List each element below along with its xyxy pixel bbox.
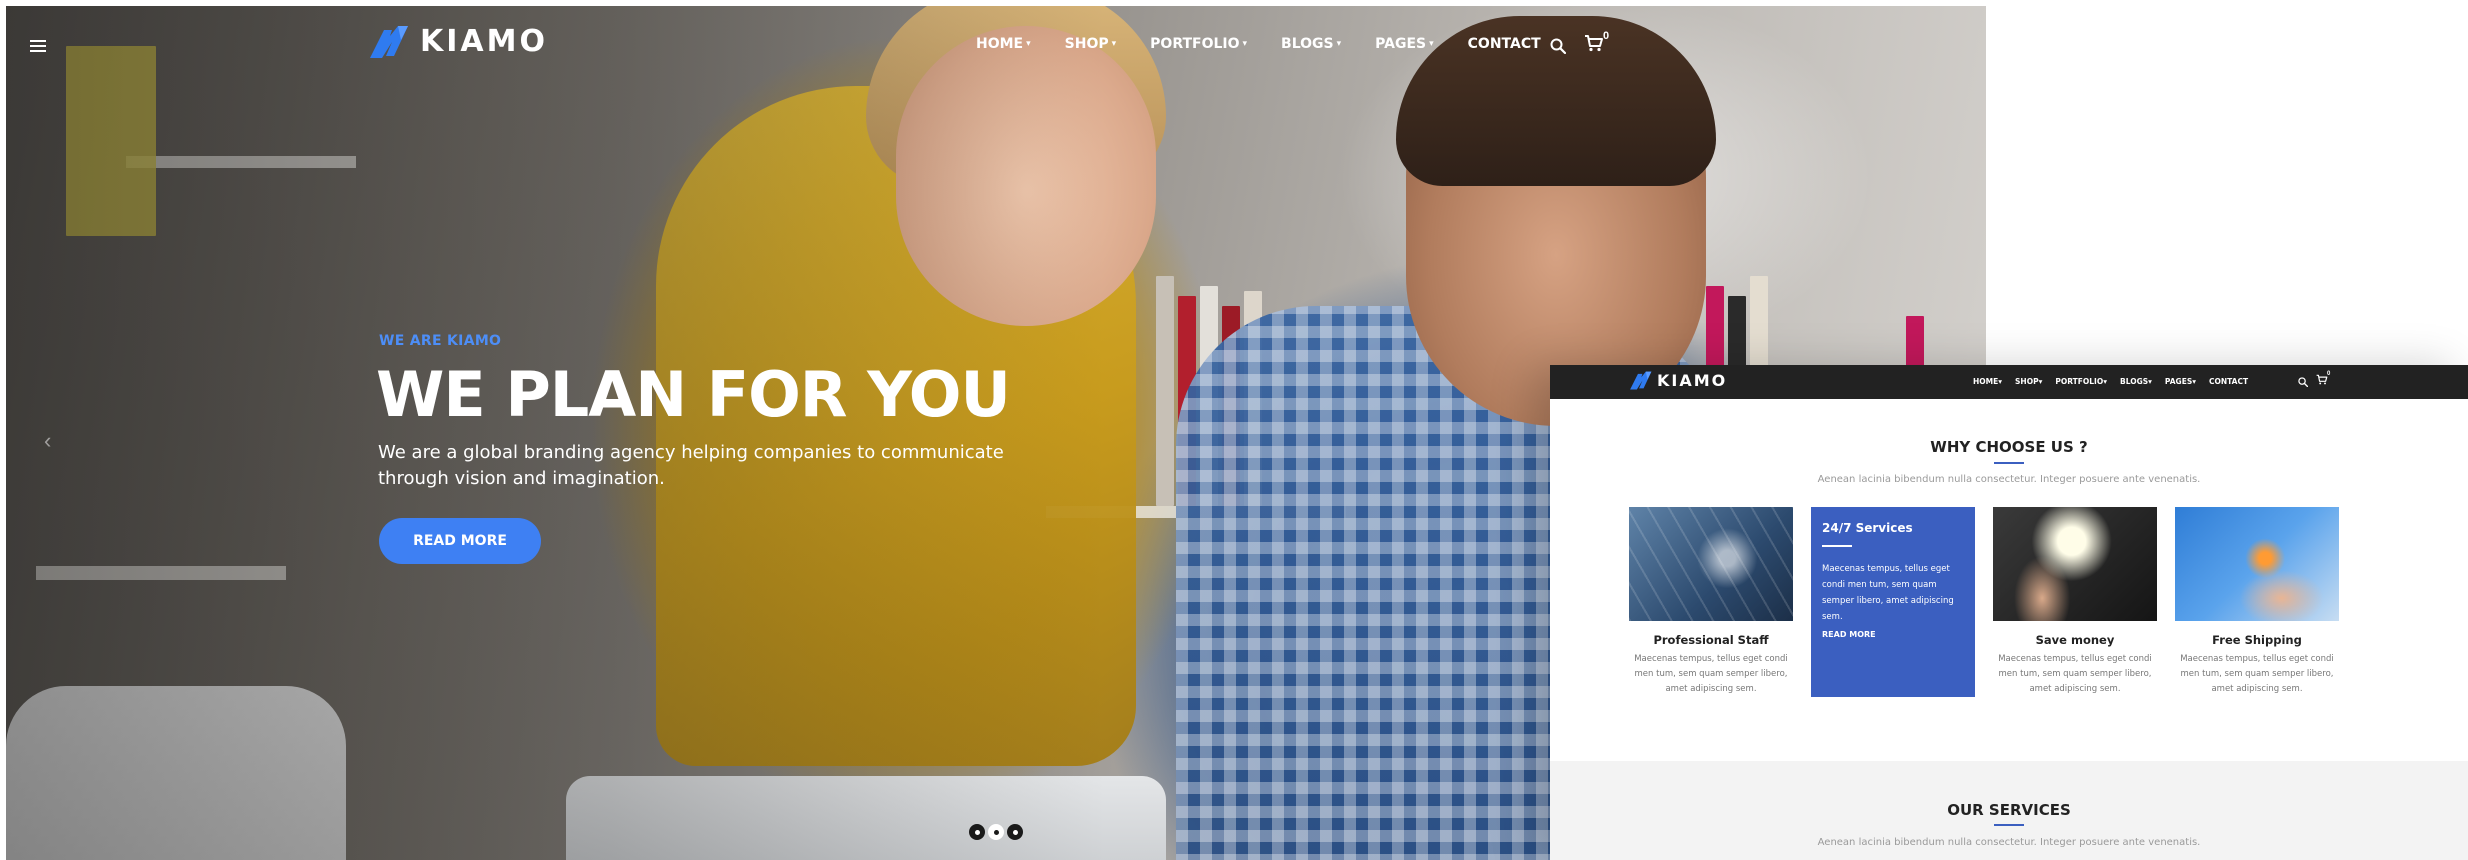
hero-eyebrow: WE ARE KIAMO [379,333,502,349]
preview-nav-contact[interactable]: CONTACT [2209,377,2248,386]
feature-card-staff: Professional Staff Maecenas tempus, tell… [1629,507,1793,697]
preview-nav-label: HOME [1973,377,1999,386]
cart-count-badge: 0 [1603,30,1610,42]
feature-card-shipping: Free Shipping Maecenas tempus, tellus eg… [2175,507,2339,697]
save-money-image [1993,507,2157,621]
slider-dot-active[interactable] [988,824,1004,840]
chevron-down-icon: ▾ [1998,377,2003,386]
professional-staff-image [1629,507,1793,621]
bg-book [1706,286,1724,376]
slider-dot[interactable] [969,824,985,840]
nav-home[interactable]: HOME ▾ [976,36,1031,52]
nav-pages-label: PAGES [1375,36,1427,52]
nav-shop[interactable]: SHOP ▾ [1065,36,1117,52]
preview-nav-home[interactable]: HOME▾ [1973,377,2002,386]
logo-text: KIAMO [420,23,548,59]
nav-shop-label: SHOP [1064,36,1109,52]
chevron-down-icon: ▾ [1242,39,1248,49]
section-divider [1994,462,2024,464]
bg-book [1728,296,1746,376]
nav-home-label: HOME [976,36,1024,52]
slider-pagination [969,824,1026,840]
logo-mark-icon [1630,371,1652,390]
search-icon[interactable] [2298,377,2308,387]
preview-nav-label: PAGES [2164,377,2193,386]
services-subtitle: Aenean lacinia bibendum nulla consectetu… [1817,837,2201,848]
feature-card-text: Maecenas tempus, tellus eget condi men t… [1822,564,1954,622]
preview-nav-label: CONTACT [2208,377,2249,386]
chevron-down-icon: ▾ [2148,377,2152,386]
preview-header: KIAMO HOME▾ SHOP▾ PORTFOLIO▾ BLOGS▾ PAGE… [1550,365,2468,399]
logo-mark-icon [370,26,408,58]
bg-book [1750,276,1768,376]
preview-nav-shop[interactable]: SHOP▾ [2015,377,2042,386]
nav-blogs-label: BLOGS [1281,36,1334,52]
chevron-down-icon: ▾ [2038,377,2043,386]
read-more-button[interactable]: READ MORE [379,518,541,564]
logo[interactable]: KIAMO [368,22,548,60]
preview-nav-label: SHOP [2015,377,2039,386]
chevron-down-icon: ▾ [1026,39,1031,49]
why-choose-title: WHY CHOOSE US ? [1930,438,2088,456]
feature-card-title: Free Shipping [2212,633,2302,647]
feature-card-text: Maecenas tempus, tellus eget condi men t… [1634,654,1788,694]
feature-card-services: 24/7 Services Maecenas tempus, tellus eg… [1811,507,1975,697]
nav-contact-label: CONTACT [1467,36,1541,52]
card-read-more-link[interactable]: READ MORE [1822,630,1964,639]
card-divider [1822,545,1852,547]
section-divider [1994,824,2024,826]
cart-count-badge: 0 [2327,371,2331,377]
bg-book [1156,276,1174,506]
hamburger-menu-icon[interactable] [30,40,46,52]
chevron-down-icon: ▾ [1111,39,1117,49]
hero-overlay [6,6,1106,860]
chevron-down-icon: ▾ [1336,39,1342,49]
chevron-down-icon: ▾ [1429,39,1434,49]
chevron-down-icon: ▾ [2192,377,2196,386]
nav-portfolio-label: PORTFOLIO [1150,36,1240,52]
slider-dot[interactable] [1007,824,1023,840]
nav-blogs[interactable]: BLOGS ▾ [1281,36,1341,52]
why-choose-subtitle: Aenean lacinia bibendum nulla consectetu… [1817,474,2201,485]
feature-card-title: 24/7 Services [1822,521,1913,535]
main-nav: HOME ▾ SHOP ▾ PORTFOLIO ▾ BLOGS ▾ PAGES ▾ CON… [976,36,1575,52]
hero-subtitle: We are a global branding agency helping … [378,442,1004,489]
preview-nav-pages[interactable]: PAGES▾ [2165,377,2196,386]
chevron-down-icon: ▾ [2103,377,2107,386]
hero-title: WE PLAN FOR YOU [376,358,1011,431]
preview-nav-label: BLOGS [2119,377,2149,386]
search-icon[interactable] [1550,38,1566,54]
feature-card-title: Save money [2035,633,2115,647]
nav-pages[interactable]: PAGES ▾ [1375,36,1433,52]
feature-card-title: Professional Staff [1653,633,1769,647]
services-title: OUR SERVICES [1947,801,2071,819]
preview-logo[interactable]: KIAMO [1629,369,1727,391]
page-preview: KIAMO HOME▾ SHOP▾ PORTFOLIO▾ BLOGS▾ PAGE… [1550,365,2468,860]
cart-icon[interactable] [1584,34,1604,52]
preview-nav-blogs[interactable]: BLOGS▾ [2120,377,2152,386]
preview-logo-text: KIAMO [1657,370,1728,390]
feature-card-text: Maecenas tempus, tellus eget condi men t… [1998,654,2152,694]
feature-card-text: Maecenas tempus, tellus eget condi men t… [2180,654,2334,694]
feature-card-money: Save money Maecenas tempus, tellus eget … [1993,507,2157,697]
nav-portfolio[interactable]: PORTFOLIO ▾ [1150,36,1247,52]
preview-nav-portfolio[interactable]: PORTFOLIO▾ [2055,377,2107,386]
free-shipping-image [2175,507,2339,621]
preview-nav-label: PORTFOLIO [2055,377,2104,386]
chevron-left-icon[interactable]: ‹ [44,428,51,454]
nav-contact[interactable]: CONTACT [1468,36,1541,52]
preview-nav: HOME▾ SHOP▾ PORTFOLIO▾ BLOGS▾ PAGES▾ CON… [1973,377,2261,386]
